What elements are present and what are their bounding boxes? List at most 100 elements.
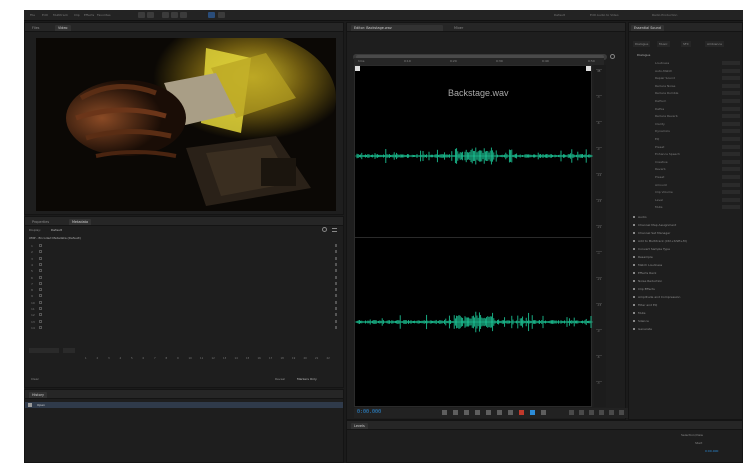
effects-row[interactable]: Audio: [629, 215, 743, 221]
start-value[interactable]: 0:00.000: [705, 449, 718, 453]
effects-row[interactable]: Amplitude and Compression: [629, 295, 743, 301]
track-row-checkbox[interactable]: [39, 281, 42, 285]
row-value-field[interactable]: [722, 182, 740, 187]
zoom-control-icon[interactable]: [619, 410, 624, 415]
metadata-track-row[interactable]: 5: [25, 268, 343, 274]
menu-item[interactable]: File: [30, 13, 35, 17]
move-to-start-icon[interactable]: [475, 410, 480, 415]
essential-sound-row[interactable]: Enhance Speech: [629, 152, 743, 158]
essential-sound-row[interactable]: Level: [629, 197, 743, 204]
search-icon[interactable]: [322, 227, 327, 232]
metadata-track-row[interactable]: 4: [25, 262, 343, 268]
effects-row[interactable]: Noise Reduction: [629, 279, 743, 285]
row-value-field[interactable]: [722, 99, 740, 103]
row-value-field[interactable]: [722, 167, 740, 172]
effects-row[interactable]: Generate: [629, 327, 743, 333]
metadata-track-row[interactable]: 8: [25, 287, 343, 293]
metadata-track-row[interactable]: 3: [25, 256, 343, 262]
effects-row[interactable]: Mute: [629, 311, 743, 317]
sound-type-tab[interactable]: Ambience: [705, 41, 724, 47]
rewind-icon[interactable]: [486, 410, 491, 415]
workspace-item[interactable]: Edit Audio to Video: [590, 13, 619, 17]
tool-button[interactable]: [162, 12, 169, 18]
effects-row[interactable]: Effects Rack: [629, 271, 743, 277]
metadata-track-row[interactable]: 2: [25, 249, 343, 255]
essential-sound-row[interactable]: Creative: [629, 159, 743, 166]
row-value-field[interactable]: [722, 137, 740, 141]
metadata-track-row[interactable]: 11: [25, 306, 343, 312]
track-row-checkbox[interactable]: [39, 288, 42, 292]
row-value-field[interactable]: [722, 68, 740, 73]
track-row-checkbox[interactable]: [39, 294, 42, 298]
essential-sound-row[interactable]: Clarity: [629, 121, 743, 128]
waveform-view-button[interactable]: [138, 12, 145, 18]
row-value-field[interactable]: [722, 190, 740, 195]
skip-selected-icon[interactable]: [541, 410, 546, 415]
effects-row[interactable]: Channel Set Manager: [629, 231, 743, 237]
metadata-track-row[interactable]: 13: [25, 319, 343, 325]
metadata-track-row[interactable]: 7: [25, 281, 343, 287]
effects-row[interactable]: Match Loudness: [629, 263, 743, 269]
metadata-track-row[interactable]: 10: [25, 300, 343, 306]
row-value-field[interactable]: [722, 114, 740, 119]
track-row-checkbox[interactable]: [39, 250, 42, 254]
effects-row[interactable]: Resample: [629, 255, 743, 261]
waveform-display[interactable]: [354, 65, 593, 407]
effects-row[interactable]: Channel Map Assignment: [629, 223, 743, 229]
track-row-checkbox[interactable]: [39, 275, 42, 279]
history-item[interactable]: Open: [25, 402, 343, 408]
essential-sound-row[interactable]: Loudness: [629, 61, 743, 67]
track-row-checkbox[interactable]: [39, 325, 42, 329]
essential-sound-row[interactable]: Reduce Reverb: [629, 114, 743, 120]
row-value-field[interactable]: [722, 61, 740, 65]
effects-row[interactable]: Convert Sample Type: [629, 247, 743, 253]
menu-item[interactable]: Multitrack: [53, 13, 68, 17]
tab-history[interactable]: History: [29, 392, 48, 398]
essential-sound-row[interactable]: Preset: [629, 144, 743, 151]
sound-type-tab[interactable]: Music: [657, 41, 670, 47]
essential-sound-row[interactable]: Reduce Rumble: [629, 91, 743, 97]
time-selection-tool-button[interactable]: [208, 12, 215, 18]
zoom-control-icon[interactable]: [579, 410, 584, 415]
zoom-icon[interactable]: [610, 54, 615, 59]
row-value-field[interactable]: [722, 121, 740, 126]
track-row-checkbox[interactable]: [39, 319, 42, 323]
metadata-track-row[interactable]: 12: [25, 312, 343, 318]
tab-properties[interactable]: Properties: [29, 219, 52, 225]
multitrack-view-button[interactable]: [147, 12, 154, 18]
row-value-field[interactable]: [722, 83, 740, 88]
track-row-checkbox[interactable]: [39, 300, 42, 304]
metadata-track-row[interactable]: 1: [25, 243, 343, 249]
zoom-control-icon[interactable]: [569, 410, 574, 415]
fast-forward-icon[interactable]: [497, 410, 502, 415]
essential-sound-row[interactable]: DeHum: [629, 99, 743, 105]
menu-item[interactable]: Favorites: [97, 13, 111, 17]
menu-icon[interactable]: [332, 228, 337, 232]
play-icon[interactable]: [453, 410, 458, 415]
essential-sound-row[interactable]: Mute: [629, 205, 743, 211]
row-value-field[interactable]: [722, 91, 740, 96]
essential-sound-row[interactable]: DeEss: [629, 106, 743, 113]
row-value-field[interactable]: [722, 106, 740, 111]
zoom-control-icon[interactable]: [609, 410, 614, 415]
track-row-checkbox[interactable]: [39, 244, 42, 247]
track-row-checkbox[interactable]: [39, 269, 42, 273]
menu-item[interactable]: Effects: [84, 13, 94, 17]
workspace-item[interactable]: Default: [554, 13, 565, 17]
metadata-track-row[interactable]: 6: [25, 275, 343, 281]
row-value-field[interactable]: [722, 205, 740, 210]
workspace-item[interactable]: Radio Production: [652, 13, 677, 17]
essential-sound-row[interactable]: Amount: [629, 182, 743, 189]
stop-icon[interactable]: [442, 410, 447, 415]
zoom-control-icon[interactable]: [589, 410, 594, 415]
row-value-field[interactable]: [722, 144, 740, 149]
reveal-select[interactable]: Markers Only: [297, 377, 317, 383]
effects-row[interactable]: Clip Effects: [629, 287, 743, 293]
zoom-control-icon[interactable]: [599, 410, 604, 415]
tab-metadata[interactable]: Metadata: [69, 219, 92, 225]
display-select[interactable]: Default: [51, 228, 62, 234]
essential-sound-row[interactable]: Reverb: [629, 167, 743, 173]
row-value-field[interactable]: [722, 129, 740, 134]
row-value-field[interactable]: [722, 175, 740, 179]
essential-sound-row[interactable]: Auto-Match: [629, 68, 743, 75]
